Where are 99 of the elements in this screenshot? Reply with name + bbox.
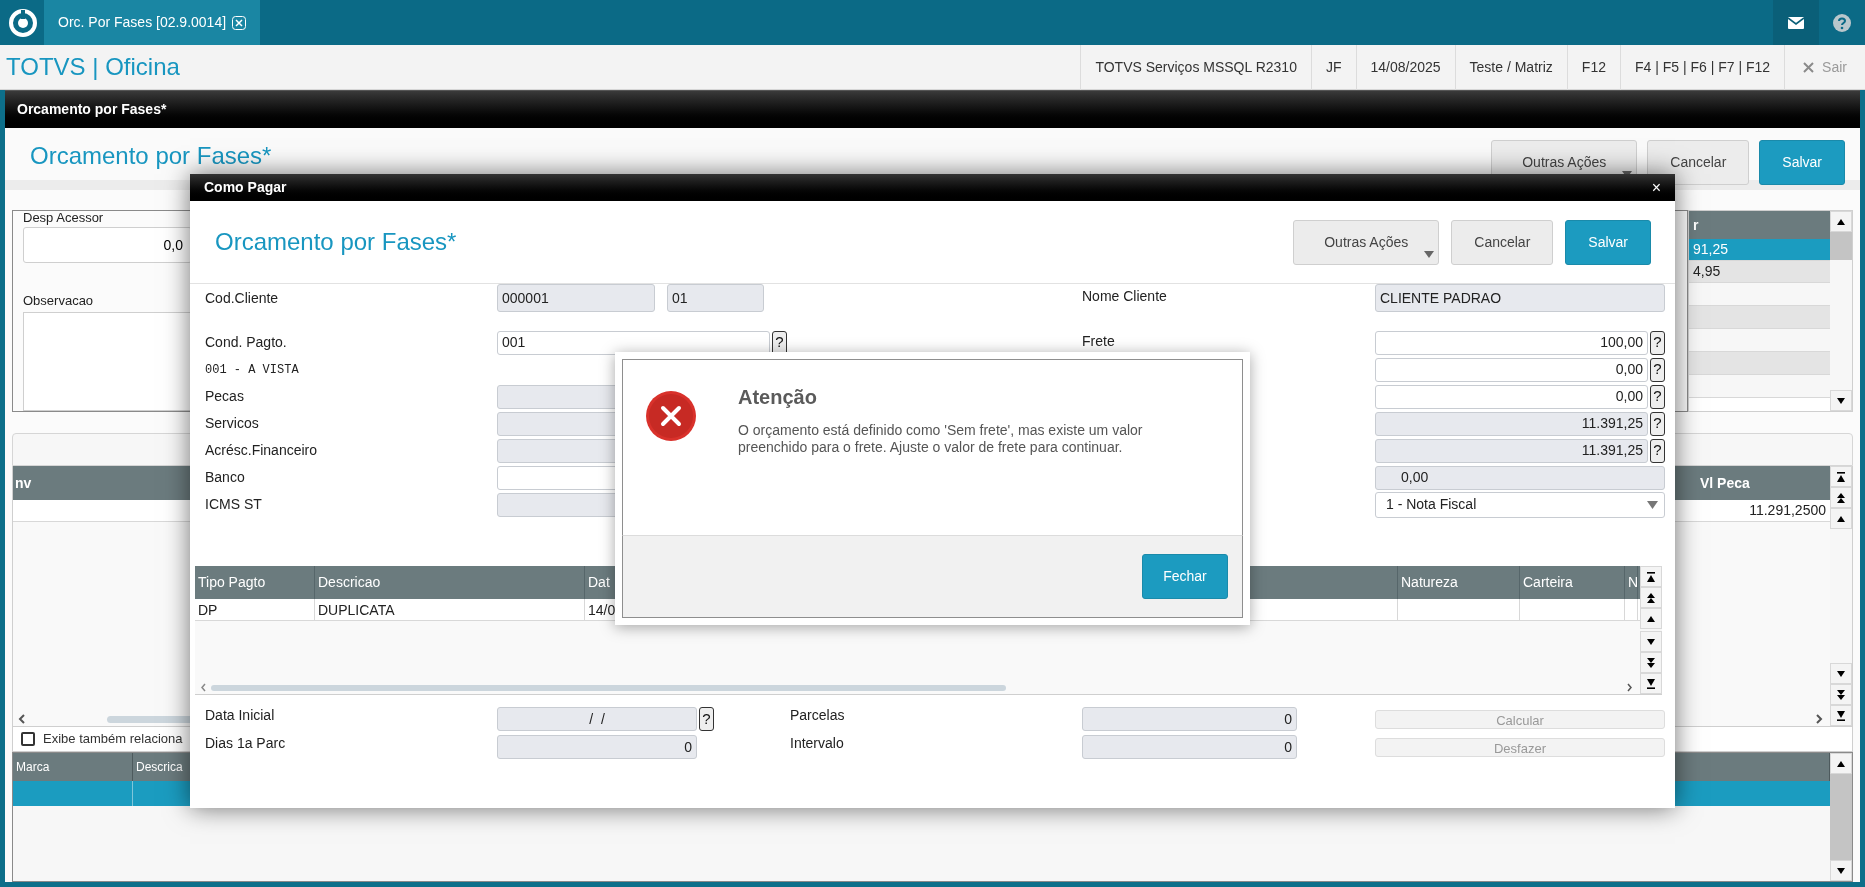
bar-up-arrow-icon <box>1645 570 1657 583</box>
close-icon[interactable] <box>232 15 247 30</box>
input-field[interactable]: 0 <box>1082 735 1297 759</box>
column-header: Vl Peca <box>1700 473 1751 493</box>
value-field[interactable]: 0,0 <box>23 227 192 263</box>
alert-message: O orçamento está definido como 'Sem frete', mas existe um valor preenchido para o frete. Ajuste o valor de frete para continuar. <box>738 422 1144 456</box>
field-label: Servicos <box>204 414 260 433</box>
field-label: ICMS ST <box>204 495 263 514</box>
scroll-last-button[interactable] <box>1640 673 1662 694</box>
field-label: Data Inicial <box>204 706 276 725</box>
scroll-last-button[interactable] <box>1830 705 1852 726</box>
field-label: Nome Cliente <box>1082 287 1168 306</box>
page-down-button[interactable] <box>1830 684 1852 705</box>
scroll-down-button[interactable] <box>1830 663 1852 684</box>
scrollbar-thumb[interactable] <box>1830 774 1852 860</box>
table-row[interactable]: 4,95 <box>1689 261 1830 283</box>
help-button[interactable]: ? <box>1650 411 1665 436</box>
logo-icon <box>8 7 38 38</box>
double-down-arrow-icon <box>1645 656 1657 669</box>
bar-down-arrow-icon <box>1645 677 1657 690</box>
double-up-arrow-icon <box>1645 591 1657 604</box>
help-button[interactable]: ? <box>1650 384 1665 409</box>
help-button[interactable]: ? <box>1650 438 1665 463</box>
input-field[interactable]: 11.391,25 <box>1375 438 1648 463</box>
input-field[interactable]: 11.391,25 <box>1375 411 1648 436</box>
page-up-button[interactable] <box>1830 487 1852 508</box>
input-field[interactable]: 0,00 <box>1375 384 1648 409</box>
scroll-down-button[interactable] <box>1830 390 1852 411</box>
field-label: Cod.Cliente <box>204 288 280 308</box>
dropdown[interactable]: 1 - Nota Fiscal <box>1375 491 1665 518</box>
scrollbar-thumb[interactable] <box>1830 232 1852 260</box>
scroll-first-button[interactable] <box>1830 466 1852 487</box>
help-button[interactable]: ? <box>772 330 787 355</box>
field-label: Parcelas <box>790 706 846 725</box>
bar-down-arrow-icon <box>1835 709 1847 722</box>
scroll-up-button[interactable] <box>1830 211 1852 232</box>
mail-icon[interactable] <box>1788 16 1804 29</box>
field-label: Frete <box>1082 332 1116 351</box>
checkbox-label: Exibe também relaciona <box>43 730 183 749</box>
app-title: TOTVS | Oficina <box>5 52 180 82</box>
scrollbar-thumb[interactable] <box>211 684 1006 691</box>
more-actions-button[interactable]: Outras Ações <box>1293 219 1440 265</box>
cancel-button[interactable]: Cancelar <box>1451 219 1554 265</box>
tab[interactable]: Orc. Por Fases [02.9.0014] <box>44 0 261 45</box>
field-label: Acrésc.Financeiro <box>204 441 319 460</box>
page-title-bar-text: Orcamento por Fases* <box>17 100 167 119</box>
scroll-first-button[interactable] <box>1640 566 1662 587</box>
input-field[interactable]: 0 <box>1082 707 1297 731</box>
bar-up-arrow-icon <box>1835 470 1847 483</box>
help-button[interactable]: ? <box>1650 330 1665 355</box>
header-info: 14/08/2025 <box>1355 44 1455 90</box>
input-field[interactable]: 0,00 <box>1375 465 1665 490</box>
input-field[interactable]: / / <box>497 707 697 731</box>
field-label: Intervalo <box>790 734 845 753</box>
double-down-arrow-icon <box>1835 688 1847 701</box>
help-icon[interactable] <box>1833 13 1851 32</box>
table-cell: DP <box>195 599 315 621</box>
header-info: F12 <box>1566 44 1620 90</box>
scroll-up-button[interactable] <box>1830 753 1852 774</box>
field-label: Banco <box>204 468 246 487</box>
page-down-button[interactable] <box>1640 652 1662 673</box>
input-field[interactable]: CLIENTE PADRAO <box>1375 284 1665 312</box>
caret-icon <box>1424 250 1435 258</box>
input-field[interactable]: 100,00 <box>1375 330 1648 355</box>
input-field[interactable]: 01 <box>667 284 764 312</box>
checkbox[interactable] <box>21 732 35 746</box>
scroll-up-button[interactable] <box>1640 608 1662 629</box>
cancel-button[interactable]: Cancelar <box>1647 140 1750 185</box>
column-header: r <box>1692 215 1699 235</box>
payment-term-note: 001 - A VISTA <box>204 361 300 379</box>
scroll-down-button[interactable] <box>1640 631 1662 652</box>
field-label: Desp Acessor <box>23 211 104 225</box>
column-header: nv <box>14 473 32 493</box>
dropdown-arrow-icon <box>1647 500 1658 509</box>
scroll-down-button[interactable] <box>1830 860 1852 881</box>
field-label: Cond. Pagto. <box>204 333 288 352</box>
field-label: Dias 1a Parc <box>204 734 287 753</box>
header-info: JF <box>1310 44 1356 90</box>
header-info: F4 | F5 | F6 | F7 | F12 <box>1619 44 1785 90</box>
field-label: Observacao <box>23 292 94 310</box>
alert-title: Atenção <box>738 385 818 410</box>
header-info: Teste / Matriz <box>1454 44 1567 90</box>
header-info: TOTVS Serviços MSSQL R2310 <box>1080 44 1311 90</box>
help-button[interactable]: ? <box>699 707 714 731</box>
double-up-arrow-icon <box>1835 491 1847 504</box>
input-field[interactable]: 0,00 <box>1375 357 1648 382</box>
field-label: Pecas <box>204 387 245 406</box>
scroll-up-button[interactable] <box>1830 508 1852 529</box>
help-button[interactable]: ? <box>1650 357 1665 382</box>
dialog-heading: Orcamento por Fases* <box>215 227 457 257</box>
close-icon <box>1803 61 1815 73</box>
dialog-title: Como Pagar <box>204 178 287 197</box>
page-title: Orcamento por Fases* <box>30 141 272 171</box>
error-icon <box>645 390 697 442</box>
page-up-button[interactable] <box>1640 587 1662 608</box>
input-field[interactable]: 000001 <box>497 284 655 312</box>
input-field[interactable]: 001 <box>497 330 770 355</box>
table-cell: DUPLICATA <box>315 599 585 621</box>
input-field[interactable]: 0 <box>497 735 697 759</box>
